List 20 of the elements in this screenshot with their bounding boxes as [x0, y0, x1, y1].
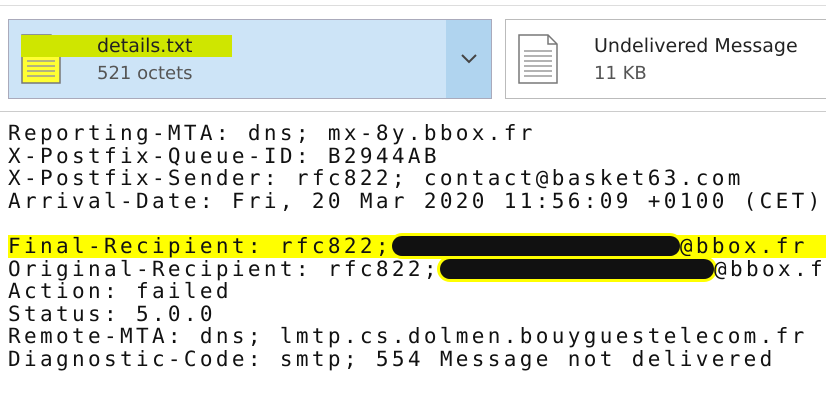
message-line: Original-Recipient: rfc822;: [8, 258, 440, 280]
message-line: X-Postfix-Queue-ID: B2944AB: [8, 144, 440, 168]
file-size: 521 octets: [97, 62, 194, 84]
file-name: details.txt: [21, 34, 232, 56]
message-line: Diagnostic-Code: smtp; 554 Message not delivered: [8, 348, 776, 371]
attachment-card[interactable]: details.txt 521 octets: [8, 19, 492, 99]
message-line: Reporting-MTA: dns; mx-8y.bbox.fr: [8, 122, 536, 145]
chevron-down-icon: [460, 54, 476, 64]
file-size: 11 KB: [594, 62, 648, 84]
message-line: Arrival-Date: Fri, 20 Mar 2020 11:56:09 +0100 (CET): [8, 190, 824, 212]
message-line: X-Postfix-Sender: rfc822; contact@basket63.com: [8, 167, 744, 190]
file-name: Undelivered Message: [594, 34, 799, 56]
message-line: Status: 5.0.0: [8, 302, 216, 326]
document-icon: [518, 34, 558, 84]
dropdown-button[interactable]: [446, 20, 491, 98]
message-line: Action: failed: [8, 280, 232, 303]
message-line: Remote-MTA: dns; lmtp.cs.dolmen.bouyguestelecom.fr: [8, 325, 808, 348]
message-line: @bbox.fr: [680, 234, 808, 258]
attachment-card[interactable]: Undelivered Message 11 KB: [505, 19, 826, 99]
message-line: Final-Recipient: rfc822;: [8, 234, 392, 258]
